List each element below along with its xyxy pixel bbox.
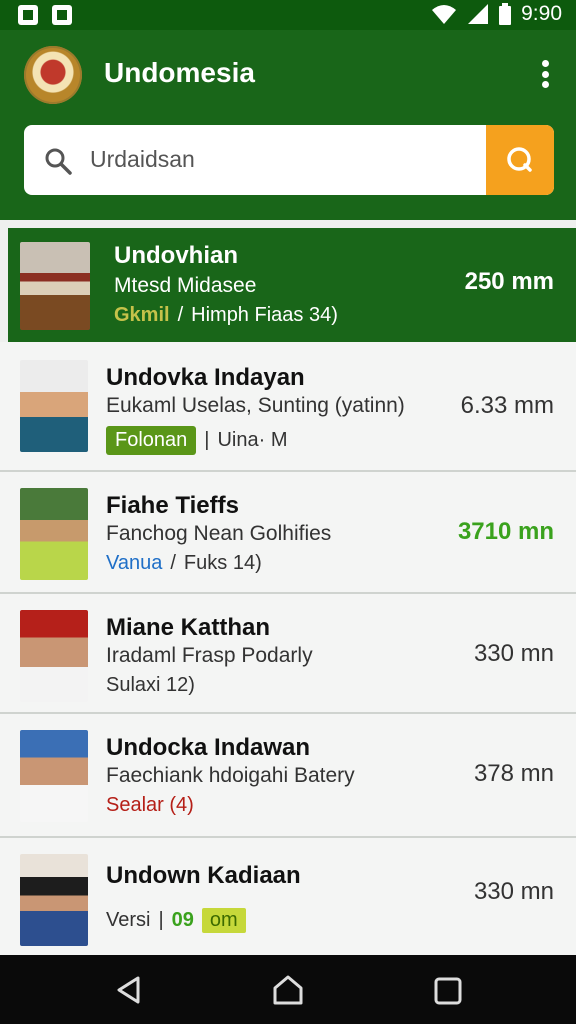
thumbnail: [20, 854, 88, 946]
item-subtitle: Mtesd Midasee: [114, 274, 257, 297]
item-distance: 330 mn: [473, 878, 554, 905]
thumbnail: [20, 360, 88, 452]
results-list: Undovhian Mtesd Midasee Gkmil / Himph Fi…: [0, 220, 576, 955]
item-tag: Sulaxi 12): [106, 674, 195, 696]
list-item[interactable]: Undown Kadiaan Versi | 09 om 330 mn: [0, 838, 576, 955]
item-distance: 378 mn: [473, 760, 554, 787]
thumbnail: [20, 730, 88, 822]
item-tag: Folonan: [106, 426, 197, 455]
item-name: Undown Kadiaan: [106, 862, 301, 889]
item-distance: 330 mn: [473, 640, 554, 667]
list-item[interactable]: Undocka Indawan Faechiank hdoigahi Bater…: [0, 714, 576, 838]
item-tag: Gkmil: [114, 304, 170, 326]
item-distance: 6.33 mm: [460, 392, 554, 419]
item-subtitle: Fanchog Nean Golhifies: [106, 522, 332, 545]
list-item[interactable]: Miane Katthan Iradaml Frasp Podarly Sula…: [0, 594, 576, 714]
thumbnail: [20, 488, 88, 580]
item-name: Undovka Indayan: [106, 364, 305, 391]
back-icon[interactable]: [114, 975, 144, 1005]
item-meta-sep: |: [204, 429, 210, 451]
phone-icon: [52, 5, 72, 25]
item-meta-text: Uina· M: [217, 429, 288, 451]
item-meta-sep: /: [177, 304, 184, 326]
item-distance: 250 mm: [464, 268, 554, 295]
list-item[interactable]: Undovhian Mtesd Midasee Gkmil / Himph Fi…: [8, 228, 576, 342]
signal-icon: [468, 4, 489, 24]
app-bar: Undomesia Urdaidsan: [0, 30, 576, 220]
item-name: Miane Katthan: [106, 614, 271, 641]
emblem-logo: [24, 46, 82, 104]
search-button[interactable]: [486, 125, 554, 195]
item-distance: 3710 mn: [457, 518, 554, 545]
more-vert-icon[interactable]: [542, 60, 550, 88]
thumbnail: [20, 610, 88, 702]
item-meta: Vanua / Fuks 14): [106, 552, 262, 575]
status-bar: 9:90: [0, 0, 576, 30]
item-tag: Sealar (4): [106, 794, 194, 816]
search-go-icon: [507, 147, 532, 172]
item-meta: Gkmil / Himph Fiaas 34): [114, 304, 338, 327]
app-title: Undomesia: [104, 57, 255, 88]
item-subtitle: Faechiank hdoigahi Batery: [106, 764, 355, 787]
item-meta-sep: |: [158, 909, 164, 931]
item-tag: om: [201, 908, 246, 933]
item-count: 09: [171, 909, 194, 931]
wifi-icon: [432, 5, 457, 24]
item-meta-text: Himph Fiaas 34): [191, 304, 338, 326]
item-meta: Folonan | Uina· M: [106, 426, 288, 455]
notification-icon: [18, 5, 38, 25]
search-bar[interactable]: Urdaidsan: [24, 125, 554, 195]
item-meta: Sealar (4): [106, 794, 194, 817]
thumbnail: [20, 242, 90, 330]
item-subtitle: Iradaml Frasp Podarly: [106, 644, 313, 667]
recents-icon[interactable]: [434, 977, 462, 1005]
battery-icon: [499, 3, 512, 25]
item-meta-text: Fuks 14): [183, 552, 262, 574]
item-subtitle: Eukaml Uselas, Sunting (yatinn): [106, 394, 405, 417]
item-meta-text: Versi: [106, 909, 151, 931]
item-name: Undocka Indawan: [106, 734, 311, 761]
item-tag: Vanua: [106, 552, 163, 574]
item-name: Fiahe Tieffs: [106, 492, 239, 519]
list-item[interactable]: Undovka Indayan Eukaml Uselas, Sunting (…: [0, 342, 576, 472]
item-meta-sep: /: [170, 552, 176, 574]
search-icon: [45, 148, 72, 175]
search-input[interactable]: Urdaidsan: [90, 146, 195, 173]
home-icon[interactable]: [272, 975, 304, 1005]
system-nav-bar: [0, 955, 576, 1024]
clock: 9:90: [521, 2, 562, 25]
item-meta: Versi | 09 om: [106, 908, 246, 933]
item-meta: Sulaxi 12): [106, 674, 195, 697]
list-item[interactable]: Fiahe Tieffs Fanchog Nean Golhifies Vanu…: [0, 472, 576, 594]
item-name: Undovhian: [114, 242, 238, 269]
